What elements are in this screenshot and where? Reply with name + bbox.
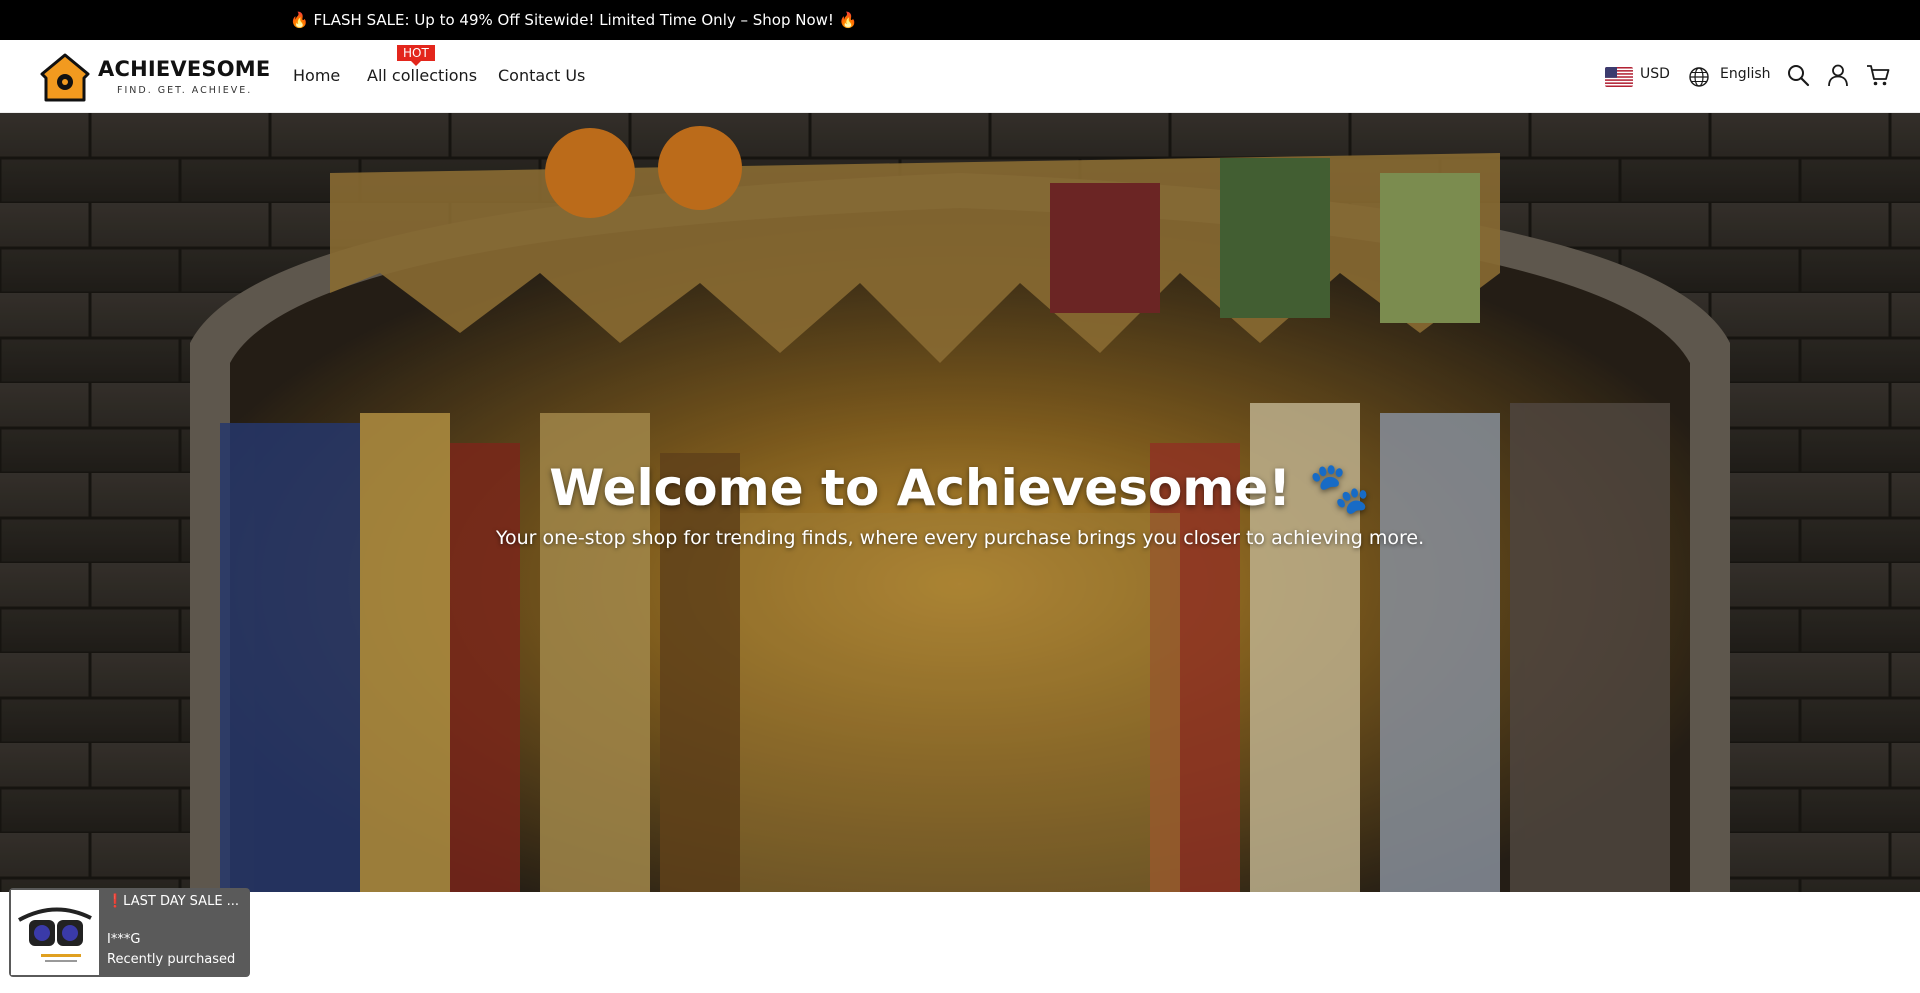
header-tools: USD English	[1520, 40, 1920, 113]
currency-label: USD	[1640, 66, 1670, 82]
announcement-text[interactable]: 🔥 FLASH SALE: Up to 49% Off Sitewide! Li…	[290, 0, 857, 40]
hero-title: Welcome to Achievesome! 🐾	[549, 459, 1371, 517]
hero-subtitle: Your one-stop shop for trending finds, w…	[495, 527, 1425, 549]
language-label: English	[1720, 66, 1771, 82]
search-icon[interactable]	[1785, 62, 1811, 88]
popup-status: Recently purchased	[107, 952, 236, 967]
nav-home[interactable]: Home	[293, 66, 340, 85]
nav-contact-us[interactable]: Contact Us	[498, 66, 585, 85]
cart-icon[interactable]	[1865, 62, 1891, 88]
site-header: ACHIEVESOME FIND. GET. ACHIEVE. Home HOT…	[0, 40, 1920, 113]
logo[interactable]: ACHIEVESOME FIND. GET. ACHIEVE.	[38, 52, 270, 102]
hero-banner: Welcome to Achievesome! 🐾 Your one-stop …	[0, 113, 1920, 892]
account-icon[interactable]	[1825, 62, 1851, 88]
announcement-bar[interactable]: 🔥 FLASH SALE: Up to 49% Off Sitewide! Li…	[0, 0, 1920, 40]
popup-buyer: I***G	[107, 932, 141, 947]
logo-brand: ACHIEVESOME	[98, 57, 271, 81]
nav-all-collections[interactable]: All collections	[367, 66, 477, 85]
flag-us-icon	[1605, 67, 1633, 87]
product-thumbnail[interactable]	[11, 890, 99, 975]
hot-badge: HOT	[397, 45, 435, 66]
logo-tagline: FIND. GET. ACHIEVE.	[117, 85, 253, 96]
globe-icon	[1689, 67, 1709, 87]
logo-house-icon	[40, 53, 90, 102]
recent-purchase-popup[interactable]: ❗LAST DAY SALE ... I***G Recently purcha…	[9, 888, 250, 977]
popup-product-title[interactable]: ❗LAST DAY SALE ...	[107, 894, 239, 909]
